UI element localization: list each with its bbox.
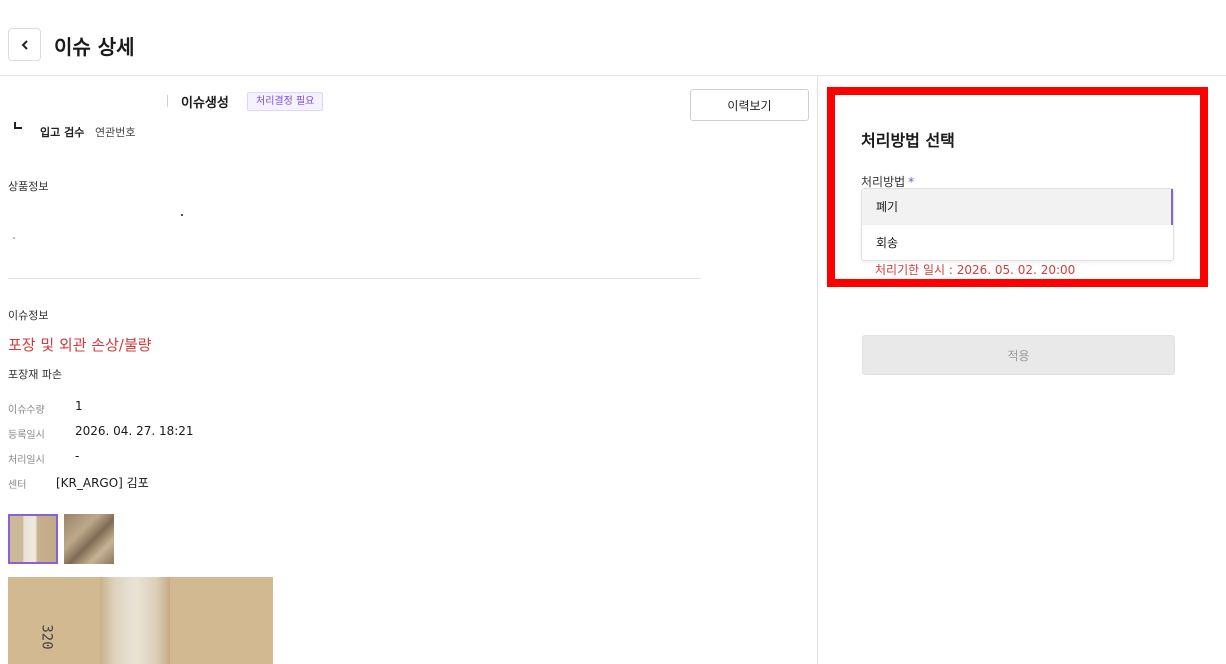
history-button[interactable]: 이력보기 [690, 89, 809, 121]
option-dispose[interactable]: 폐기 [862, 189, 1173, 225]
apply-button[interactable]: 적용 [862, 335, 1175, 375]
processed-at-value: - [75, 449, 80, 463]
center-value: [KR_ARGO] 김포 [56, 476, 149, 490]
registered-at-label: 등록일시 [8, 430, 45, 441]
page-title: 이슈 상세 [54, 35, 135, 59]
chevron-left-icon [21, 39, 28, 50]
inbound-inspection-label: 입고 검수 [40, 126, 85, 139]
deadline-text: 처리기한 일시 : 2026. 05. 02. 20:00 [875, 263, 1076, 277]
section-divider [8, 278, 701, 279]
issue-subtype: 포장재 파손 [8, 368, 63, 381]
process-method-panel: 처리방법 선택 처리방법 * 처리기한 일시 : 2026. 05. 02. 20… [827, 87, 1208, 287]
issue-status: 이슈생성 [181, 96, 229, 111]
method-dropdown-menu[interactable]: 폐기 회송 [861, 188, 1174, 261]
issue-quantity-label: 이슈수량 [8, 405, 45, 416]
product-info-placeholder [13, 237, 15, 239]
issue-photo: 320 [8, 577, 273, 664]
status-badge: 처리결정 필요 [247, 92, 324, 111]
processed-at-label: 처리일시 [8, 455, 45, 466]
required-mark: * [908, 175, 915, 189]
registered-at-value: 2026. 04. 27. 18:21 [75, 424, 194, 438]
tape-strip [100, 577, 170, 664]
box-number-text: 320 [38, 624, 55, 650]
title-separator [167, 95, 168, 107]
center-label: 센터 [8, 480, 27, 491]
method-label-text: 처리방법 [861, 175, 906, 189]
column-divider [817, 76, 818, 664]
photo-thumbnail[interactable] [64, 514, 114, 564]
page-header: 이슈 상세 [0, 0, 1226, 76]
issue-info-title: 이슈정보 [8, 309, 49, 322]
product-info-title: 상품정보 [8, 180, 49, 193]
issue-type: 포장 및 외관 손상/불량 [8, 336, 152, 354]
panel-title: 처리방법 선택 [861, 131, 955, 150]
related-number-label: 연관번호 [95, 126, 136, 139]
photo-thumbnail-selected[interactable] [8, 514, 58, 564]
issue-quantity-value: 1 [75, 399, 83, 413]
option-return[interactable]: 회송 [862, 225, 1173, 261]
back-button[interactable] [8, 28, 41, 61]
sub-item-corner-icon [14, 122, 22, 129]
product-info-placeholder [181, 214, 183, 216]
